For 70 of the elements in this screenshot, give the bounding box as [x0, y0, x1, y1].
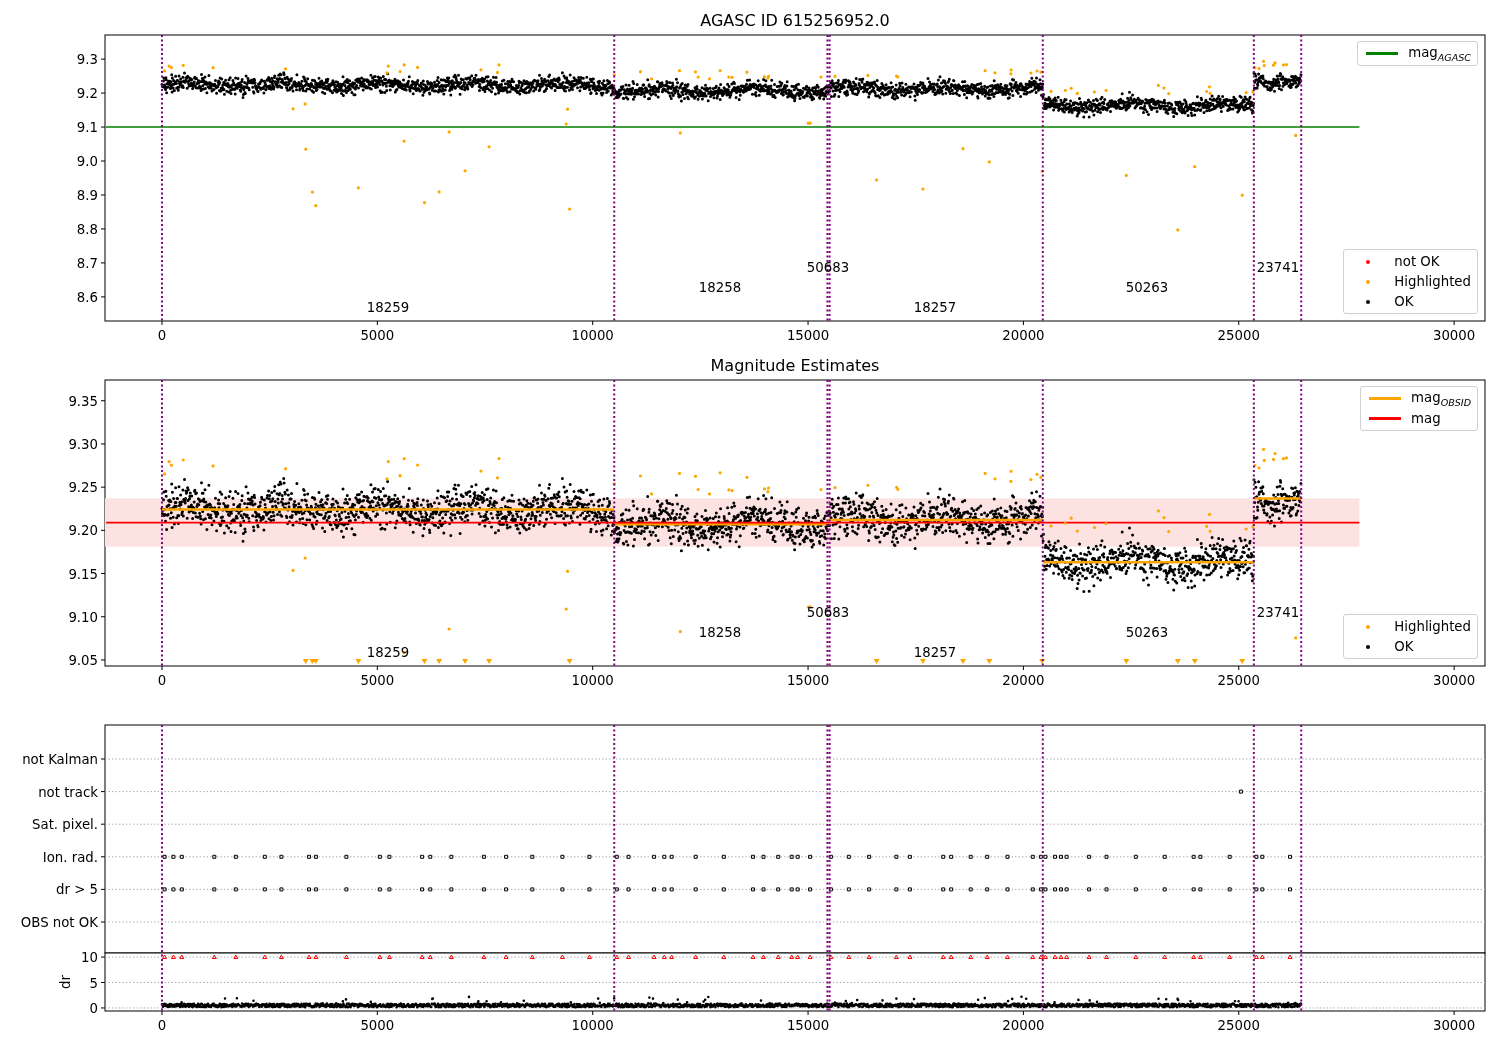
tick-label: 0: [89, 1000, 98, 1016]
tick-label: 8.6: [76, 289, 98, 305]
flag-label: Ion. rad.: [42, 849, 98, 865]
flag-label: not Kalman: [22, 752, 98, 767]
tick-label: 9.25: [68, 480, 98, 496]
tick-label: 9.35: [68, 393, 98, 409]
obsid-label: 23741: [1256, 605, 1300, 620]
obsid-label: 18259: [366, 300, 410, 315]
tick-label: 30000: [1432, 673, 1476, 688]
tick-label: 9.0: [76, 154, 98, 169]
legend-label: mag$_{AGASC}$: [1408, 44, 1471, 63]
flag-label: dr > 5: [56, 882, 98, 898]
tick-label: 9.10: [68, 609, 98, 625]
tick-label: 8.7: [76, 255, 98, 271]
obsid-label: 50683: [806, 260, 850, 275]
chart-title: Magnitude Estimates: [710, 356, 880, 375]
legend-label: not OK: [1394, 254, 1440, 269]
tick-label: 8.9: [76, 188, 98, 203]
tick-label: 9.15: [68, 566, 98, 582]
tick-label: 0: [157, 1018, 167, 1033]
obsid-label: 50263: [1125, 625, 1169, 640]
tick-label: 9.1: [76, 120, 98, 136]
tick-label: 0: [157, 328, 167, 343]
tick-label: 5000: [360, 1018, 395, 1033]
obsid-label: 18258: [698, 625, 742, 640]
tick-label: 25000: [1217, 1018, 1260, 1033]
tick-label: 9.30: [68, 436, 98, 452]
tick-label: 0: [157, 673, 167, 688]
obsid-label: 50683: [806, 605, 850, 620]
tick-label: 9.20: [68, 523, 98, 539]
obsid-label: 18257: [913, 300, 957, 315]
tick-label: 20000: [1002, 673, 1045, 688]
tick-label: 15000: [786, 328, 830, 343]
legend-label: Highlighted: [1394, 274, 1471, 289]
tick-label: 10000: [571, 673, 614, 688]
obsid-label: 18259: [366, 645, 410, 660]
legend-label: OK: [1394, 639, 1414, 654]
tick-label: 25000: [1217, 328, 1260, 343]
y-axis-ticks: [100, 956, 106, 1009]
obsid-label: 23741: [1256, 260, 1300, 275]
tick-label: 15000: [786, 1018, 830, 1033]
tick-label: 5: [89, 975, 98, 991]
flag-markers-drawing: [1238, 789, 1243, 794]
tick-label: 9.3: [76, 52, 98, 68]
tick-label: 20000: [1002, 1018, 1045, 1033]
tick-label: 25000: [1217, 673, 1260, 688]
obsid-label: 50263: [1125, 280, 1169, 295]
flag-label: not track: [38, 784, 98, 800]
tick-label: 9.2: [76, 86, 98, 102]
legend-label: Highlighted: [1394, 619, 1471, 634]
tick-label: 10000: [571, 328, 614, 343]
obsid-label: 18257: [913, 645, 957, 660]
legend-label: mag: [1411, 411, 1441, 426]
legend-label: mag$_{OBSID}$: [1411, 389, 1471, 408]
tick-label: 30000: [1432, 1018, 1476, 1033]
tick-label: 5000: [360, 328, 395, 343]
tick-label: 5000: [360, 673, 395, 688]
tick-label: 9.05: [68, 652, 98, 668]
tick-label: 20000: [1002, 328, 1045, 343]
flag-label: OBS not OK: [20, 915, 98, 930]
tick-label: 10000: [571, 1018, 614, 1033]
tick-label: 15000: [786, 673, 830, 688]
y-axis-label: dr: [58, 975, 73, 989]
chart-title: AGASC ID 615256952.0: [700, 11, 890, 30]
obsid-label: 18258: [698, 280, 742, 295]
tick-label: 30000: [1432, 328, 1476, 343]
tick-label: 8.8: [76, 221, 98, 237]
legend-label: OK: [1394, 294, 1414, 309]
tick-label: 10: [81, 950, 98, 966]
flag-label: Sat. pixel.: [32, 817, 98, 833]
